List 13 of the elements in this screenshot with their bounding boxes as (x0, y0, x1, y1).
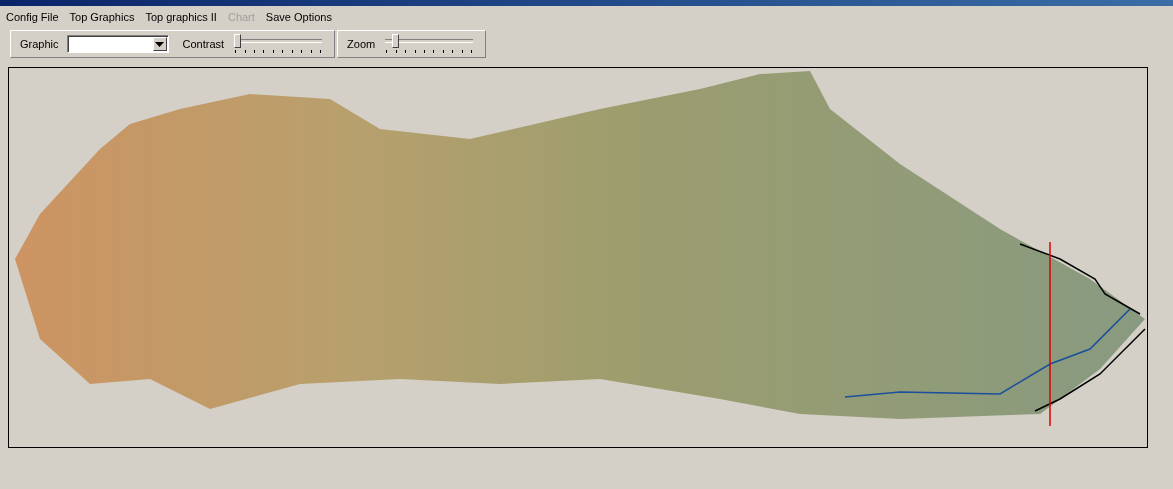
menu-item[interactable]: Save Options (265, 11, 332, 29)
contrast-label: Contrast (182, 38, 225, 50)
menu-item[interactable]: Config File (6, 11, 59, 29)
zoom-label: Zoom (347, 38, 376, 50)
menu-item[interactable]: Top graphics II (145, 11, 217, 29)
slider-thumb[interactable] (233, 34, 241, 48)
graphic-label: Graphic (20, 38, 59, 50)
graphic-dropdown[interactable] (66, 35, 169, 53)
slider-thumb[interactable] (391, 34, 399, 48)
menu-item[interactable]: Top Graphics (69, 11, 135, 29)
caret-icon (152, 37, 167, 51)
contrast-slider[interactable] (232, 34, 325, 54)
zoom-slider[interactable] (383, 34, 476, 54)
